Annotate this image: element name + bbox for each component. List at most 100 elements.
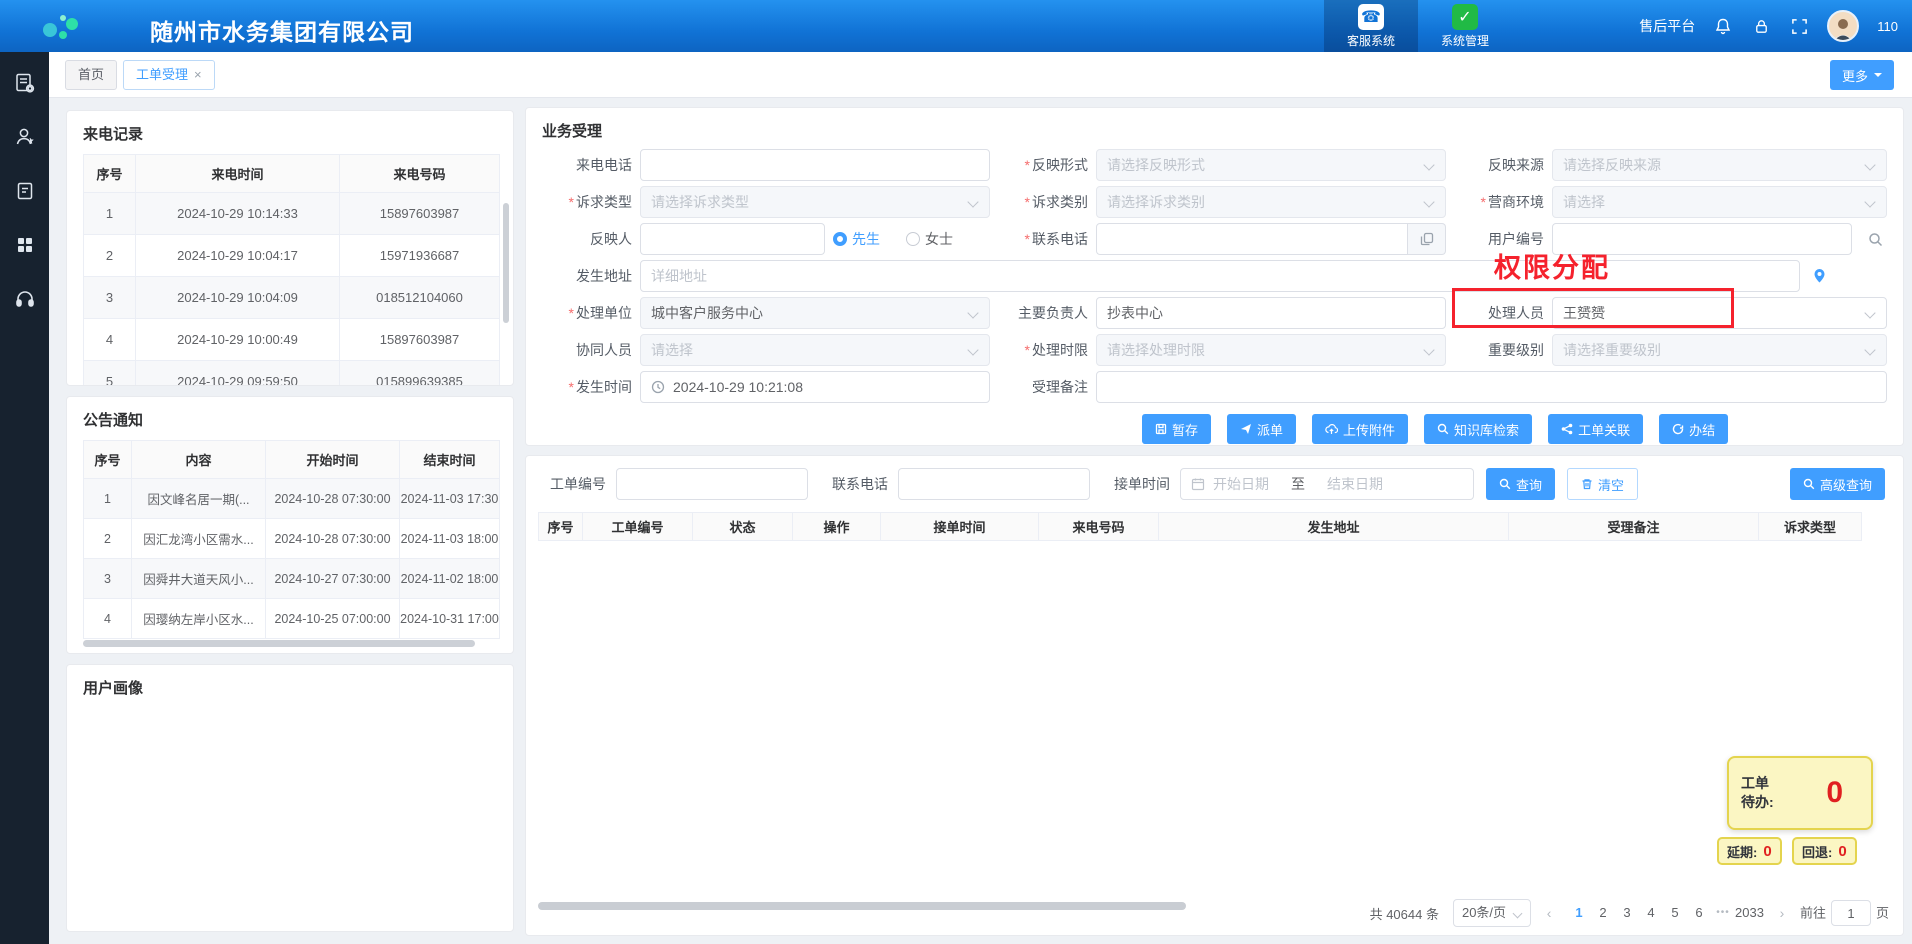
bell-icon[interactable] bbox=[1713, 16, 1733, 36]
chevron-down-icon bbox=[1874, 73, 1882, 81]
page-number[interactable]: 6 bbox=[1687, 900, 1711, 926]
principal-input[interactable] bbox=[1096, 297, 1446, 329]
copy-icon[interactable] bbox=[1408, 223, 1446, 255]
appeal-type-select[interactable]: 请选择诉求类型 bbox=[640, 186, 990, 218]
occur-time-picker[interactable]: 2024-10-29 10:21:08 bbox=[640, 371, 990, 403]
work-order-icon[interactable] bbox=[0, 60, 49, 106]
goto-page-input[interactable] bbox=[1831, 900, 1871, 926]
call-records-panel: 来电记录 序号 来电时间 来电号码 12024-10-29 10:14:3315… bbox=[66, 110, 514, 386]
orders-table: 序号工单编号状态 操作接单时间来电号码 发生地址受理备注诉求类型 bbox=[538, 512, 1862, 541]
call-phone-input[interactable] bbox=[640, 149, 990, 181]
business-form: 来电电话 *反映形式 请选择反映形式 反映来源 请选择反映来源 *诉求类型 请选… bbox=[526, 147, 1903, 444]
fullscreen-icon[interactable] bbox=[1789, 16, 1809, 36]
address-input[interactable] bbox=[640, 260, 1800, 292]
next-page-icon[interactable]: › bbox=[1770, 905, 1794, 921]
prev-page-icon[interactable]: ‹ bbox=[1537, 905, 1561, 921]
location-pin-icon[interactable] bbox=[1812, 268, 1827, 284]
clear-button[interactable]: 清空 bbox=[1567, 468, 1638, 500]
apps-icon[interactable] bbox=[0, 222, 49, 268]
call-phone-label: 来电电话 bbox=[542, 149, 632, 181]
deadline-select[interactable]: 请选择处理时限 bbox=[1096, 334, 1446, 366]
date-range-picker[interactable]: 开始日期 至 结束日期 bbox=[1180, 468, 1474, 500]
announcements-panel: 公告通知 序号 内容 开始时间 结束时间 1因文峰名居一期(...2024-10… bbox=[66, 396, 514, 654]
save-draft-button[interactable]: 暂存 bbox=[1142, 414, 1211, 444]
table-row[interactable]: 3因舜井大道天风小...2024-10-27 07:30:002024-11-0… bbox=[84, 559, 500, 599]
announcements-header: 序号 内容 开始时间 结束时间 bbox=[84, 441, 500, 479]
page-number[interactable]: 4 bbox=[1639, 900, 1663, 926]
page-number[interactable]: 2 bbox=[1591, 900, 1615, 926]
co-handler-select[interactable]: 请选择 bbox=[640, 334, 990, 366]
table-row[interactable]: 42024-10-29 10:00:4915897603987 bbox=[84, 319, 500, 361]
order-link-button[interactable]: 工单关联 bbox=[1548, 414, 1643, 444]
reflect-form-label: *反映形式 bbox=[998, 149, 1088, 181]
appeal-type-label: *诉求类型 bbox=[542, 186, 632, 218]
handler-select[interactable]: 王赟赟 bbox=[1552, 297, 1887, 329]
page-ellipsis[interactable]: ••• bbox=[1711, 900, 1735, 926]
appeal-class-select[interactable]: 请选择诉求类别 bbox=[1096, 186, 1446, 218]
user-portrait-panel: 用户画像 bbox=[66, 664, 514, 932]
header-right: 售后平台 110 bbox=[1639, 0, 1898, 52]
order-search-bar: 工单编号 联系电话 接单时间 开始日期 至 结束日期 查询 清空 bbox=[526, 468, 1903, 500]
gender-male-radio[interactable]: 先生 bbox=[833, 229, 880, 249]
finish-button[interactable]: 办结 bbox=[1659, 414, 1728, 444]
order-no-input[interactable] bbox=[616, 468, 808, 500]
user-count-badge: 110 bbox=[1877, 19, 1898, 34]
reflect-form-select[interactable]: 请选择反映形式 bbox=[1096, 149, 1446, 181]
handler-label: 处理人员 bbox=[1454, 297, 1544, 329]
importance-select[interactable]: 请选择重要级别 bbox=[1552, 334, 1887, 366]
avatar[interactable] bbox=[1827, 10, 1859, 42]
tab-home[interactable]: 首页 bbox=[65, 60, 117, 90]
dispatch-button[interactable]: 派单 bbox=[1227, 414, 1296, 444]
contact-phone-input[interactable] bbox=[1096, 223, 1408, 255]
document-icon[interactable] bbox=[0, 168, 49, 214]
check-icon: ✓ bbox=[1452, 4, 1478, 30]
table-row[interactable]: 1因文峰名居一期(...2024-10-28 07:30:002024-11-0… bbox=[84, 479, 500, 519]
tab-work-order[interactable]: 工单受理 × bbox=[123, 60, 215, 90]
page-content: 来电记录 序号 来电时间 来电号码 12024-10-29 10:14:3315… bbox=[49, 98, 1912, 944]
order-no-label: 工单编号 bbox=[550, 474, 606, 494]
after-sales-link[interactable]: 售后平台 bbox=[1639, 16, 1695, 36]
principal-label: 主要负责人 bbox=[998, 297, 1088, 329]
query-button[interactable]: 查询 bbox=[1486, 468, 1555, 500]
table-row[interactable]: 4因璎纳左岸小区水...2024-10-25 07:00:002024-10-3… bbox=[84, 599, 500, 639]
page-number[interactable]: 1 bbox=[1567, 900, 1591, 926]
table-row[interactable]: 22024-10-29 10:04:1715971936687 bbox=[84, 235, 500, 277]
knowledge-search-button[interactable]: 知识库检索 bbox=[1424, 414, 1532, 444]
search-icon bbox=[1499, 478, 1511, 490]
table-row[interactable]: 32024-10-29 10:04:09018512104060 bbox=[84, 277, 500, 319]
company-logo-icon bbox=[36, 8, 136, 44]
scrollbar-vertical[interactable] bbox=[503, 203, 509, 323]
note-input[interactable] bbox=[1096, 371, 1887, 403]
customer-icon[interactable] bbox=[0, 114, 49, 160]
lock-icon[interactable] bbox=[1751, 16, 1771, 36]
gender-female-radio[interactable]: 女士 bbox=[906, 229, 953, 249]
page-number[interactable]: 5 bbox=[1663, 900, 1687, 926]
table-row[interactable]: 2因汇龙湾小区需水...2024-10-28 07:30:002024-11-0… bbox=[84, 519, 500, 559]
address-label: 发生地址 bbox=[542, 260, 632, 292]
appeal-class-label: *诉求类别 bbox=[998, 186, 1088, 218]
form-actions: 暂存 派单 上传附件 知识库检索 工单关联 bbox=[1142, 414, 1887, 444]
table-row[interactable]: 12024-10-29 10:14:3315897603987 bbox=[84, 193, 500, 235]
business-env-select[interactable]: 请选择 bbox=[1552, 186, 1887, 218]
handle-unit-label: *处理单位 bbox=[542, 297, 632, 329]
reflect-source-select[interactable]: 请选择反映来源 bbox=[1552, 149, 1887, 181]
page-size-select[interactable]: 20条/页 bbox=[1453, 899, 1531, 927]
more-button[interactable]: 更多 bbox=[1830, 60, 1894, 90]
page-number[interactable]: 2033 bbox=[1735, 900, 1764, 926]
search-phone-input[interactable] bbox=[898, 468, 1090, 500]
table-row[interactable]: 52024-10-29 09:59:50015899639385 bbox=[84, 361, 500, 387]
back-badge: 回退:0 bbox=[1792, 837, 1857, 865]
advanced-search-button[interactable]: 高级查询 bbox=[1790, 468, 1885, 500]
close-tab-icon[interactable]: × bbox=[194, 61, 202, 89]
page-number[interactable]: 3 bbox=[1615, 900, 1639, 926]
handle-unit-select[interactable]: 城中客户服务中心 bbox=[640, 297, 990, 329]
nav-customer-service[interactable]: ☎ 客服系统 bbox=[1324, 0, 1418, 52]
nav-system-management[interactable]: ✓ 系统管理 bbox=[1418, 0, 1512, 52]
scrollbar-horizontal[interactable] bbox=[83, 640, 475, 647]
search-icon[interactable] bbox=[1868, 232, 1883, 247]
reporter-input[interactable] bbox=[640, 223, 825, 255]
upload-attachment-button[interactable]: 上传附件 bbox=[1312, 414, 1408, 444]
scrollbar-horizontal[interactable] bbox=[538, 902, 1186, 910]
headset-icon[interactable] bbox=[0, 276, 49, 322]
reporter-label: 反映人 bbox=[542, 223, 632, 255]
